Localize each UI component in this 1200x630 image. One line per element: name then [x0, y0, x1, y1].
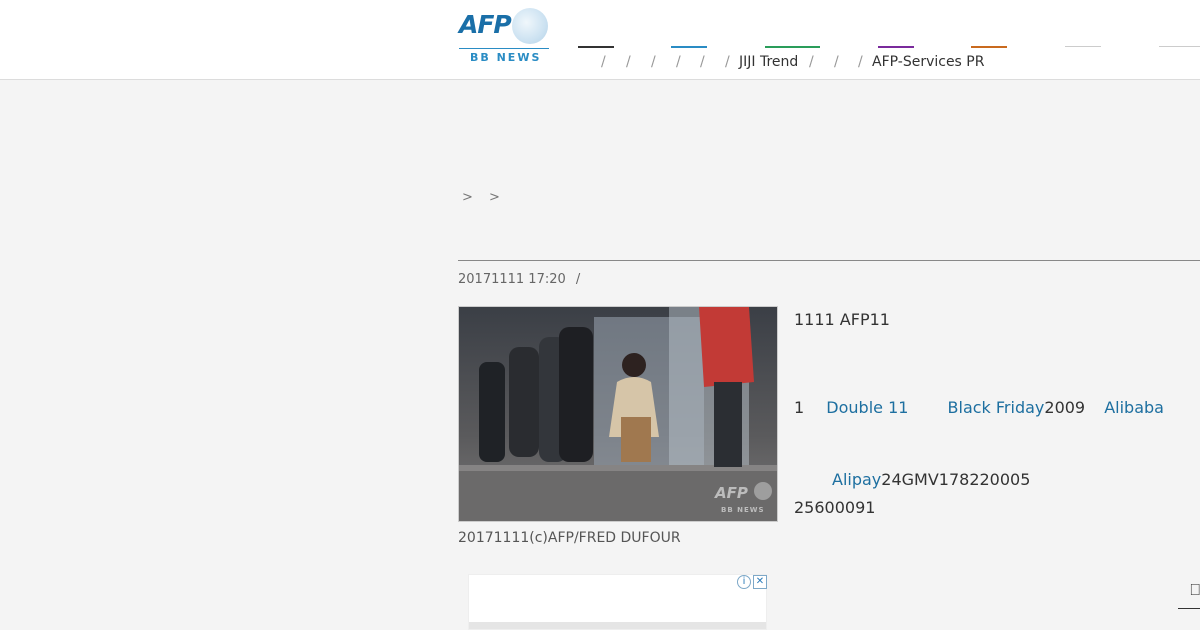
afpbb-logo[interactable]: AFP BB NEWS — [458, 8, 550, 64]
link-alipay[interactable]: Alipay — [832, 470, 881, 489]
nav-separator: / — [651, 54, 656, 70]
nav-separator: / — [676, 54, 681, 70]
logo-subtitle: BB NEWS — [470, 51, 542, 64]
nav-separator: / — [601, 54, 606, 70]
nav-link-afp-services-pr[interactable]: AFP-Services PR — [872, 54, 984, 70]
link-black-friday[interactable]: Black Friday — [948, 398, 1045, 417]
logo-divider — [459, 48, 549, 49]
corner-widget-icon[interactable]: ⎕ — [1178, 580, 1200, 609]
site-header: AFP BB NEWS / / / / / / JIJI Trend / / /… — [0, 0, 1200, 80]
article-photo[interactable]: AFP BB NEWS — [458, 306, 778, 522]
article-paragraph-3-line2: 25600091 — [794, 498, 876, 517]
article-paragraph-3: Alipay24GMV178220005 — [794, 470, 1030, 489]
link-double-11[interactable]: Double 11 — [826, 398, 908, 417]
ad-content-strip — [469, 622, 766, 629]
logo-brand: AFP — [459, 10, 512, 39]
photo-watermark: AFP — [714, 484, 748, 502]
nav-separator: / — [858, 54, 863, 70]
nav-separator: / — [626, 54, 631, 70]
nav-bar-3[interactable] — [765, 46, 820, 48]
ad-info-icon[interactable]: i — [737, 575, 751, 589]
nav-link-jiji-trend[interactable]: JIJI Trend — [739, 54, 798, 70]
nav-bar-2[interactable] — [671, 46, 707, 48]
nav-bar-1[interactable] — [578, 46, 614, 48]
photo-watermark-sub: BB NEWS — [721, 506, 765, 514]
breadcrumb[interactable]: > > — [462, 190, 506, 205]
globe-icon — [512, 8, 548, 44]
photo-caption: 20171111(c)AFP/FRED DUFOUR — [458, 530, 681, 546]
nav-bar-4[interactable] — [878, 46, 914, 48]
nav-separator: / — [700, 54, 705, 70]
para3-text: 24GMV178220005 — [881, 470, 1031, 489]
title-divider — [458, 260, 1200, 261]
advertisement[interactable]: i ✕ — [468, 574, 767, 630]
article-paragraph-2: 1 Double 11 Black Friday2009 Alibaba — [794, 398, 1164, 417]
para2-text: 2009 — [1044, 398, 1086, 417]
ad-close-icon[interactable]: ✕ — [753, 575, 767, 589]
nav-bar-6[interactable] — [1065, 46, 1101, 47]
date-text: 20171111 17:20 — [458, 272, 566, 287]
article-paragraph-1: 1111 AFP11 — [794, 310, 890, 329]
link-alibaba[interactable]: Alibaba — [1104, 398, 1164, 417]
photo-illustration: AFP BB NEWS — [459, 307, 777, 521]
nav-separator: / — [809, 54, 814, 70]
nav-separator: / — [725, 54, 730, 70]
date-separator: / — [575, 272, 581, 287]
nav-separator: / — [834, 54, 839, 70]
nav-bar-7[interactable] — [1159, 46, 1200, 47]
nav-bar-5[interactable] — [971, 46, 1007, 48]
para2-lead: 1 — [794, 398, 805, 417]
publish-date: 20171111 17:20 / — [458, 272, 580, 287]
